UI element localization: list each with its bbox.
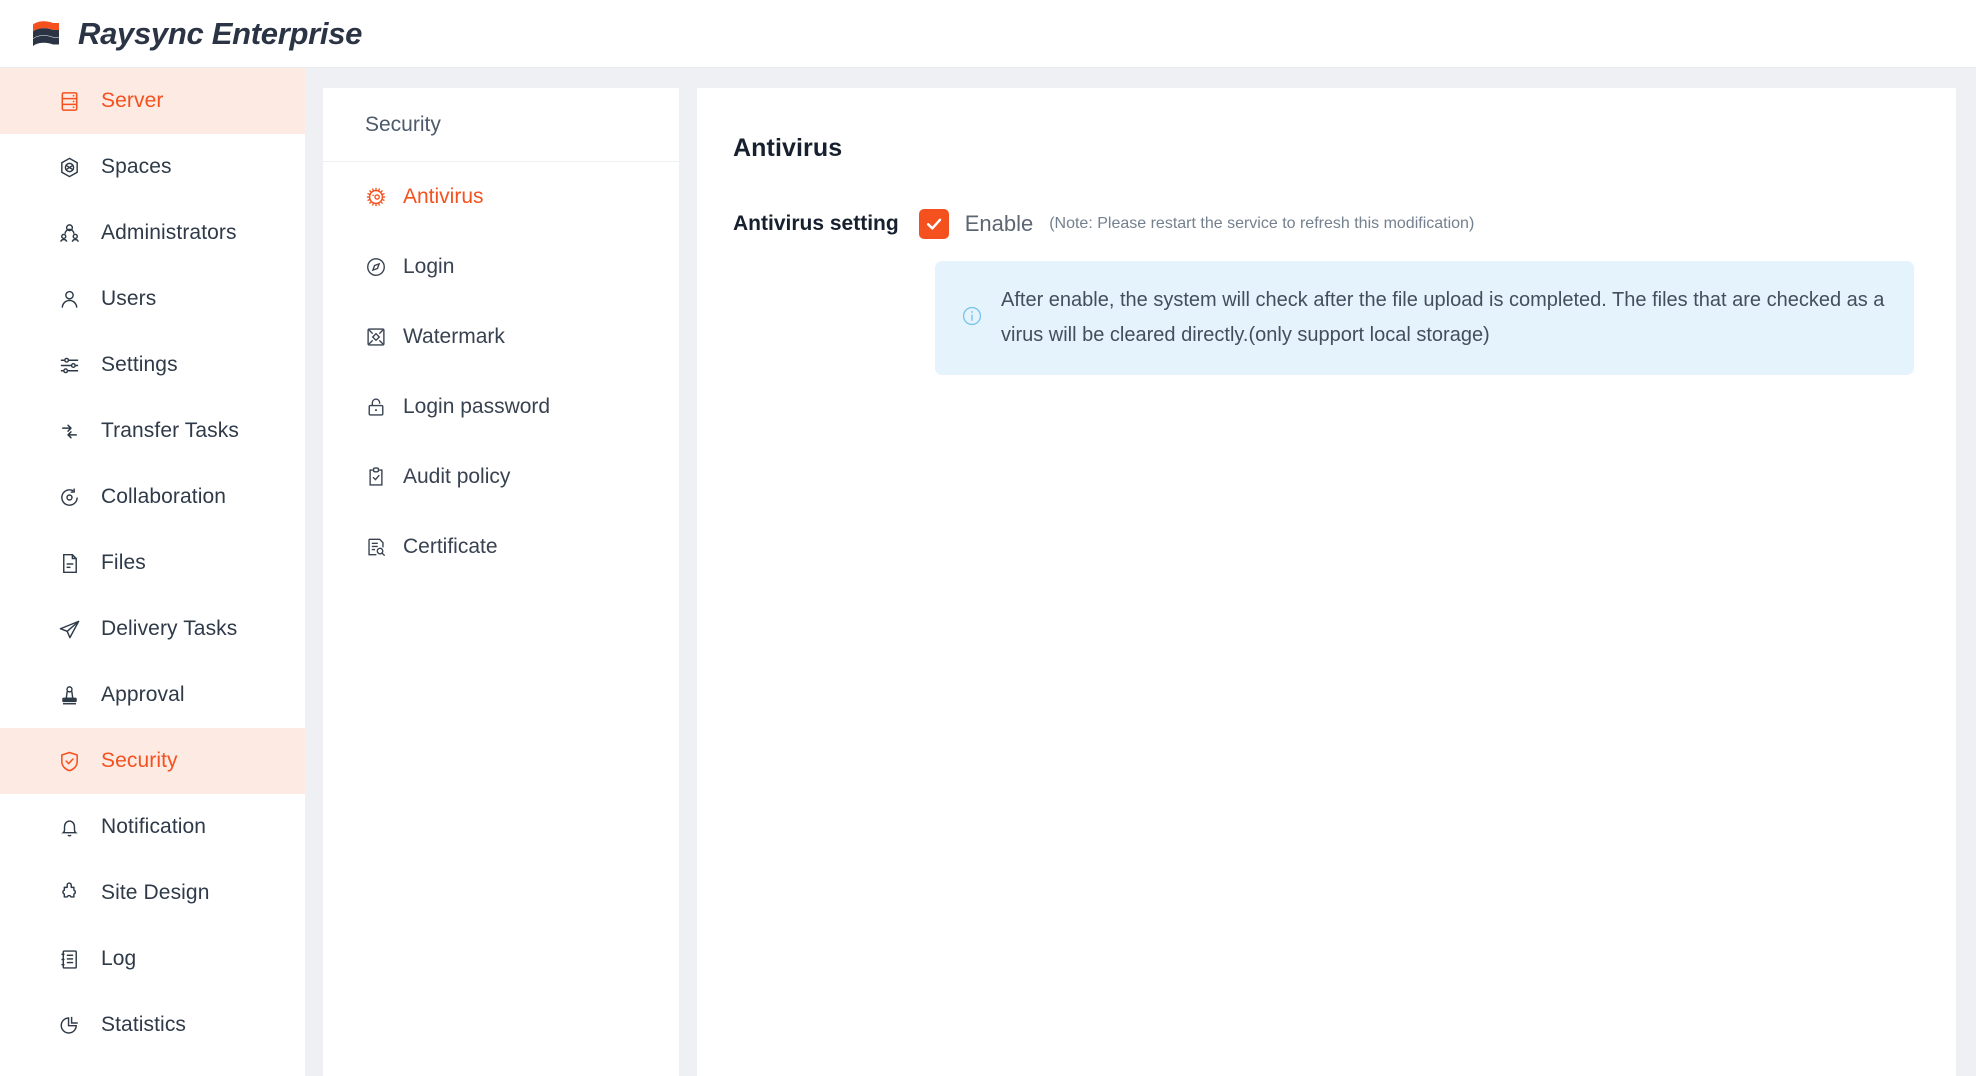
- paper-plane-icon: [57, 617, 81, 641]
- security-subnav-panel: Security Antivirus Login Watermark Login…: [323, 88, 679, 1076]
- sidebar-item-transfer-tasks[interactable]: Transfer Tasks: [0, 398, 305, 464]
- notebook-icon: [57, 947, 81, 971]
- sidebar-item-label: Administrators: [101, 221, 237, 244]
- lock-icon: [365, 396, 387, 418]
- sidebar-item-label: Server: [101, 89, 164, 112]
- bell-icon: [57, 815, 81, 839]
- subnav-title: Security: [323, 88, 679, 162]
- sidebar-item-delivery-tasks[interactable]: Delivery Tasks: [0, 596, 305, 662]
- sidebar-item-spaces[interactable]: Spaces: [0, 134, 305, 200]
- sidebar-item-label: Security: [101, 749, 178, 772]
- sidebar-item-administrators[interactable]: Administrators: [0, 200, 305, 266]
- subnav-item-audit-policy[interactable]: Audit policy: [323, 442, 679, 512]
- sidebar-item-label: Users: [101, 287, 157, 310]
- sidebar-item-collaboration[interactable]: Collaboration: [0, 464, 305, 530]
- sidebar-item-label: Delivery Tasks: [101, 617, 238, 640]
- antivirus-setting-label: Antivirus setting: [733, 212, 899, 235]
- subnav-item-login-password[interactable]: Login password: [323, 372, 679, 442]
- sliders-icon: [57, 353, 81, 377]
- sidebar-item-label: Spaces: [101, 155, 172, 178]
- sidebar-item-label: Notification: [101, 815, 207, 838]
- sidebar-item-security[interactable]: Security: [0, 728, 305, 794]
- body-row: Server Spaces Administrators Users Setti…: [0, 68, 1976, 1076]
- sidebar-item-site-design[interactable]: Site Design: [0, 860, 305, 926]
- users-group-icon: [57, 221, 81, 245]
- sidebar-item-server[interactable]: Server: [0, 68, 305, 134]
- subnav-item-label: Antivirus: [403, 185, 484, 208]
- transfer-icon: [57, 419, 81, 443]
- sidebar-item-log[interactable]: Log: [0, 926, 305, 992]
- subnav-item-label: Watermark: [403, 325, 505, 348]
- sidebar-item-label: Site Design: [101, 881, 210, 904]
- certificate-icon: [365, 536, 387, 558]
- puzzle-icon: [57, 881, 81, 905]
- sync-circle-icon: [57, 485, 81, 509]
- sidebar-item-notification[interactable]: Notification: [0, 794, 305, 860]
- info-circle-icon: [961, 305, 983, 332]
- antivirus-enable-checkbox[interactable]: [918, 209, 949, 239]
- antivirus-setting-row: Antivirus setting Enable (Note: Please r…: [733, 209, 1914, 239]
- sidebar-item-label: Transfer Tasks: [101, 419, 239, 442]
- antivirus-info-banner: After enable, the system will check afte…: [935, 261, 1914, 375]
- antivirus-info-text: After enable, the system will check afte…: [1001, 289, 1885, 346]
- page-title: Antivirus: [733, 134, 843, 162]
- primary-sidebar: Server Spaces Administrators Users Setti…: [0, 68, 305, 1076]
- subnav-wrapper: Security Antivirus Login Watermark Login…: [305, 68, 679, 1076]
- sidebar-item-label: Log: [101, 947, 137, 970]
- file-icon: [57, 551, 81, 575]
- sidebar-item-files[interactable]: Files: [0, 530, 305, 596]
- sidebar-item-label: Approval: [101, 683, 185, 706]
- cube-icon: [57, 155, 81, 179]
- user-icon: [57, 287, 81, 311]
- check-icon: [924, 214, 944, 234]
- shield-check-icon: [57, 749, 81, 773]
- subnav-item-antivirus[interactable]: Antivirus: [323, 162, 679, 232]
- server-rack-icon: [57, 89, 81, 113]
- compass-icon: [365, 256, 387, 278]
- app-root: Raysync Enterprise Server Spaces Adminis…: [0, 0, 1976, 1076]
- antivirus-panel: Antivirus Antivirus setting Enable (Note…: [697, 88, 1956, 1076]
- sidebar-item-approval[interactable]: Approval: [0, 662, 305, 728]
- subnav-item-label: Audit policy: [403, 465, 511, 488]
- stamp-icon: [57, 683, 81, 707]
- virus-icon: [365, 186, 387, 208]
- sidebar-item-label: Statistics: [101, 1013, 187, 1036]
- app-header: Raysync Enterprise: [0, 0, 1976, 68]
- sidebar-item-statistics[interactable]: Statistics: [0, 992, 305, 1058]
- watermark-square-icon: [365, 326, 387, 348]
- subnav-item-watermark[interactable]: Watermark: [323, 302, 679, 372]
- raysync-wave-logo-icon: [27, 15, 65, 53]
- subnav-item-certificate[interactable]: Certificate: [323, 512, 679, 582]
- subnav-item-label: Certificate: [403, 535, 498, 558]
- sidebar-item-label: Settings: [101, 353, 178, 376]
- sidebar-item-settings[interactable]: Settings: [0, 332, 305, 398]
- subnav-item-login[interactable]: Login: [323, 232, 679, 302]
- main-wrapper: Antivirus Antivirus setting Enable (Note…: [679, 68, 1976, 1076]
- sidebar-item-label: Collaboration: [101, 485, 227, 508]
- pie-chart-icon: [57, 1013, 81, 1037]
- subnav-item-label: Login password: [403, 395, 551, 418]
- brand-title: Raysync Enterprise: [78, 15, 363, 51]
- sidebar-item-users[interactable]: Users: [0, 266, 305, 332]
- sidebar-item-label: Files: [101, 551, 146, 574]
- subnav-item-label: Login: [403, 255, 455, 278]
- enable-label: Enable: [964, 211, 1034, 236]
- brand-logo[interactable]: Raysync Enterprise: [27, 15, 362, 53]
- clipboard-check-icon: [365, 466, 387, 488]
- restart-note: (Note: Please restart the service to ref…: [1049, 215, 1475, 232]
